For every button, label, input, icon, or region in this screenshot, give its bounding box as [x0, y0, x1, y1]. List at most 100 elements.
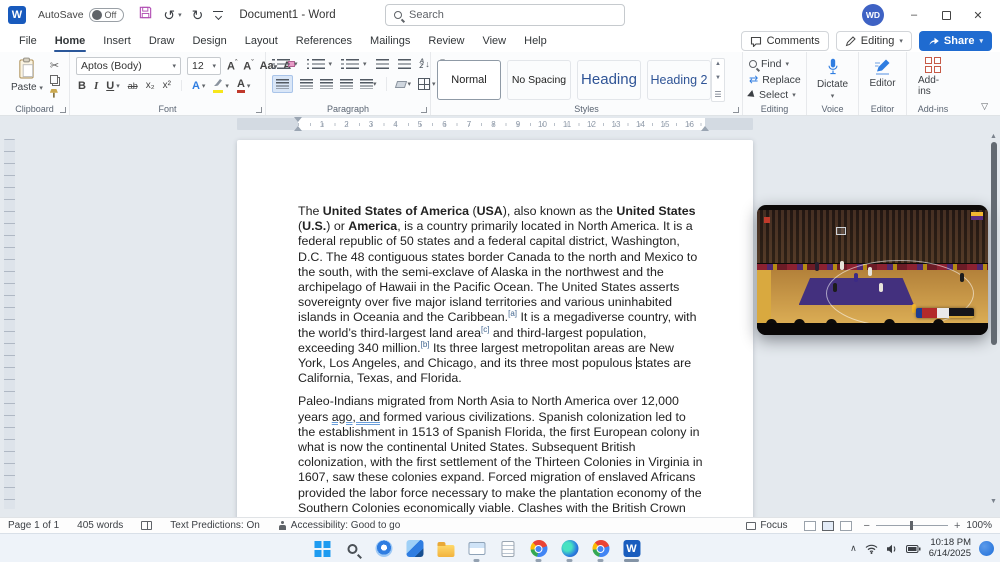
- align-right-button[interactable]: [320, 79, 333, 89]
- speaker-icon[interactable]: [886, 544, 898, 554]
- justify-button[interactable]: [340, 79, 353, 89]
- clock[interactable]: 10:18 PM 6/14/2025: [929, 537, 971, 559]
- taskbar-icon-edge[interactable]: [556, 536, 582, 562]
- highlight-button[interactable]: [213, 78, 224, 93]
- paragraph-dialog-launcher[interactable]: [421, 107, 427, 113]
- addins-button[interactable]: Add-ins: [913, 57, 953, 102]
- replace-button[interactable]: ⇄ Replace: [749, 73, 801, 87]
- indent-marker-left[interactable]: [294, 117, 302, 131]
- page-indicator[interactable]: Page 1 of 1: [8, 520, 59, 531]
- redo-button[interactable]: ↻: [192, 8, 204, 22]
- line-spacing-button[interactable]: ▾: [360, 79, 377, 89]
- avatar[interactable]: WD: [862, 4, 884, 26]
- dictate-button[interactable]: Dictate ▾: [812, 57, 853, 102]
- tab-home[interactable]: Home: [46, 32, 95, 52]
- web-layout-button[interactable]: [839, 520, 852, 531]
- tab-insert[interactable]: Insert: [94, 32, 140, 52]
- tab-layout[interactable]: Layout: [236, 32, 287, 52]
- search-input[interactable]: Search: [385, 4, 625, 26]
- tab-file[interactable]: File: [10, 32, 46, 52]
- maximize-button[interactable]: [930, 0, 962, 30]
- styles-dialog-launcher[interactable]: [733, 107, 739, 113]
- horizontal-ruler[interactable]: 1 2 3 4 5 6 7 8 9 10 11 12 13 14 15 16: [237, 117, 753, 131]
- paste-button[interactable]: Paste ▾: [6, 57, 48, 102]
- font-family-select[interactable]: Aptos (Body) ▾: [76, 57, 181, 75]
- taskbar-icon-search[interactable]: [339, 536, 365, 562]
- gallery-up-icon[interactable]: ▲: [715, 61, 721, 67]
- taskbar-icon-widgets[interactable]: [401, 536, 427, 562]
- tab-review[interactable]: Review: [419, 32, 473, 52]
- share-button[interactable]: Share ▾: [918, 31, 992, 51]
- document-page[interactable]: The United States of America (USA), also…: [237, 140, 753, 517]
- close-button[interactable]: ✕: [962, 0, 994, 30]
- text-effects-button[interactable]: A: [192, 80, 200, 92]
- tab-help[interactable]: Help: [515, 32, 556, 52]
- tray-expand-icon[interactable]: ∧: [850, 543, 857, 554]
- undo-dropdown-icon[interactable]: ▾: [178, 11, 182, 19]
- multilevel-dropdown-icon[interactable]: ▾: [363, 60, 367, 68]
- increase-indent-button[interactable]: [397, 59, 411, 69]
- taskbar-icon-word[interactable]: W: [618, 536, 644, 562]
- word-count[interactable]: 405 words: [77, 520, 123, 531]
- save-button[interactable]: [138, 5, 153, 25]
- vertical-ruler[interactable]: [4, 139, 15, 509]
- scroll-down-icon[interactable]: ▼: [987, 498, 1000, 505]
- bullets-button[interactable]: [272, 59, 290, 69]
- collapse-ribbon-button[interactable]: ▽: [981, 101, 988, 112]
- find-button[interactable]: Find ▾: [749, 58, 801, 70]
- taskbar-icon-chrome-2[interactable]: [587, 536, 613, 562]
- italic-button[interactable]: I: [94, 80, 98, 92]
- taskbar-icon-task-view[interactable]: [370, 536, 396, 562]
- accessibility-status[interactable]: Accessibility: Good to go: [278, 520, 400, 531]
- subscript-button[interactable]: x₂: [146, 80, 155, 91]
- undo-button[interactable]: ↺: [163, 8, 175, 22]
- taskbar-icon-notepad[interactable]: [494, 536, 520, 562]
- tab-view[interactable]: View: [473, 32, 515, 52]
- proofing-button[interactable]: [141, 521, 153, 530]
- multilevel-list-button[interactable]: [341, 59, 360, 69]
- focus-button[interactable]: Focus: [746, 520, 788, 531]
- font-dialog-launcher[interactable]: [256, 107, 262, 113]
- style-heading[interactable]: Heading: [577, 59, 641, 100]
- tab-design[interactable]: Design: [183, 32, 235, 52]
- zoom-slider-thumb[interactable]: [909, 521, 913, 531]
- taskbar-icon-start[interactable]: [308, 536, 334, 562]
- styles-gallery-scroll[interactable]: ▲ ▼ ☰: [711, 57, 725, 102]
- zoom-in-button[interactable]: +: [954, 520, 960, 532]
- paragraph[interactable]: Paleo-Indians migrated from North Asia t…: [298, 394, 704, 517]
- text-predictions[interactable]: Text Predictions: On: [170, 520, 259, 531]
- underline-dropdown-icon[interactable]: ▾: [116, 82, 120, 90]
- scroll-up-icon[interactable]: ▲: [987, 133, 1000, 140]
- zoom-out-button[interactable]: −: [864, 520, 870, 532]
- wifi-icon[interactable]: [865, 544, 878, 554]
- font-color-dropdown-icon[interactable]: ▾: [247, 82, 251, 90]
- align-left-button[interactable]: [272, 75, 293, 93]
- style-normal[interactable]: Normal: [437, 59, 501, 100]
- bold-button[interactable]: B: [78, 80, 86, 92]
- zoom-level[interactable]: 100%: [966, 520, 992, 531]
- minimize-button[interactable]: –: [898, 0, 930, 30]
- comments-button[interactable]: Comments: [740, 31, 829, 51]
- editing-mode-button[interactable]: Editing ▾: [835, 31, 912, 51]
- autosave-control[interactable]: AutoSave Off: [38, 8, 125, 22]
- taskbar-icon-chrome[interactable]: [525, 536, 551, 562]
- print-layout-button[interactable]: [821, 520, 834, 531]
- sort-button[interactable]: A Z ↓: [420, 58, 430, 70]
- bullets-dropdown-icon[interactable]: ▾: [294, 60, 298, 68]
- style-no-spacing[interactable]: No Spacing: [507, 59, 571, 100]
- scrollbar-thumb[interactable]: [990, 142, 997, 345]
- numbering-button[interactable]: [306, 59, 325, 69]
- zoom-slider[interactable]: [875, 521, 948, 531]
- shrink-font-button[interactable]: Aˇ: [243, 60, 253, 73]
- copy-button[interactable]: [49, 73, 59, 87]
- autosave-toggle[interactable]: Off: [88, 8, 125, 22]
- decrease-indent-button[interactable]: [375, 59, 389, 69]
- highlight-dropdown-icon[interactable]: ▾: [225, 82, 229, 90]
- tab-references[interactable]: References: [287, 32, 361, 52]
- clipboard-dialog-launcher[interactable]: [60, 107, 66, 113]
- superscript-button[interactable]: x²: [163, 80, 171, 91]
- word-app-icon[interactable]: W: [8, 6, 26, 24]
- select-button[interactable]: Select ▾: [747, 89, 801, 101]
- style-heading-2[interactable]: Heading 2: [647, 59, 711, 100]
- customize-qat-button[interactable]: [213, 10, 224, 20]
